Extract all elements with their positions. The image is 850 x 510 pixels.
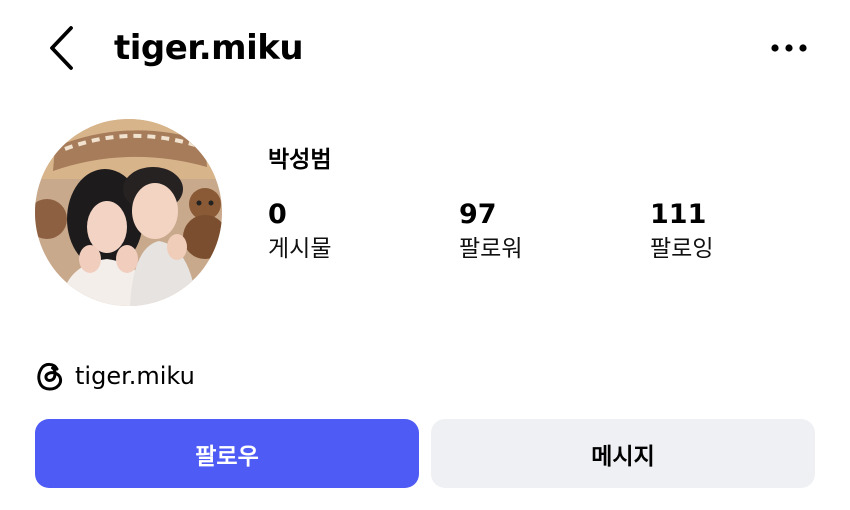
threads-profile-link[interactable]: tiger.miku: [35, 358, 195, 394]
back-button[interactable]: [38, 24, 84, 72]
following-count-stat[interactable]: 111 팔로잉: [650, 198, 713, 264]
posts-count-value: 0: [268, 199, 287, 230]
profile-avatar[interactable]: [35, 119, 222, 306]
more-options-button[interactable]: [764, 28, 814, 68]
posts-count-label: 게시물: [268, 236, 332, 262]
top-navigation-bar: tiger.miku: [0, 0, 850, 96]
threads-icon: [37, 362, 63, 391]
chevron-left-icon: [50, 26, 73, 70]
message-button[interactable]: 메시지: [431, 419, 815, 488]
avatar-photo: [35, 119, 222, 306]
followers-count-label: 팔로워: [459, 236, 523, 262]
following-count-label: 팔로잉: [650, 236, 714, 262]
more-horizontal-icon: [771, 44, 807, 52]
profile-display-name: 박성범: [268, 147, 332, 173]
followers-count-stat[interactable]: 97 팔로워: [459, 198, 522, 264]
message-button-label: 메시지: [591, 443, 655, 470]
followers-count-value: 97: [459, 199, 497, 230]
following-count-value: 111: [650, 199, 707, 230]
follow-button[interactable]: 팔로우: [35, 419, 419, 488]
posts-count-stat[interactable]: 0 게시물: [268, 198, 331, 264]
threads-handle-text: tiger.miku: [75, 362, 195, 390]
follow-button-label: 팔로우: [195, 443, 259, 470]
profile-username-title: tiger.miku: [114, 28, 304, 68]
